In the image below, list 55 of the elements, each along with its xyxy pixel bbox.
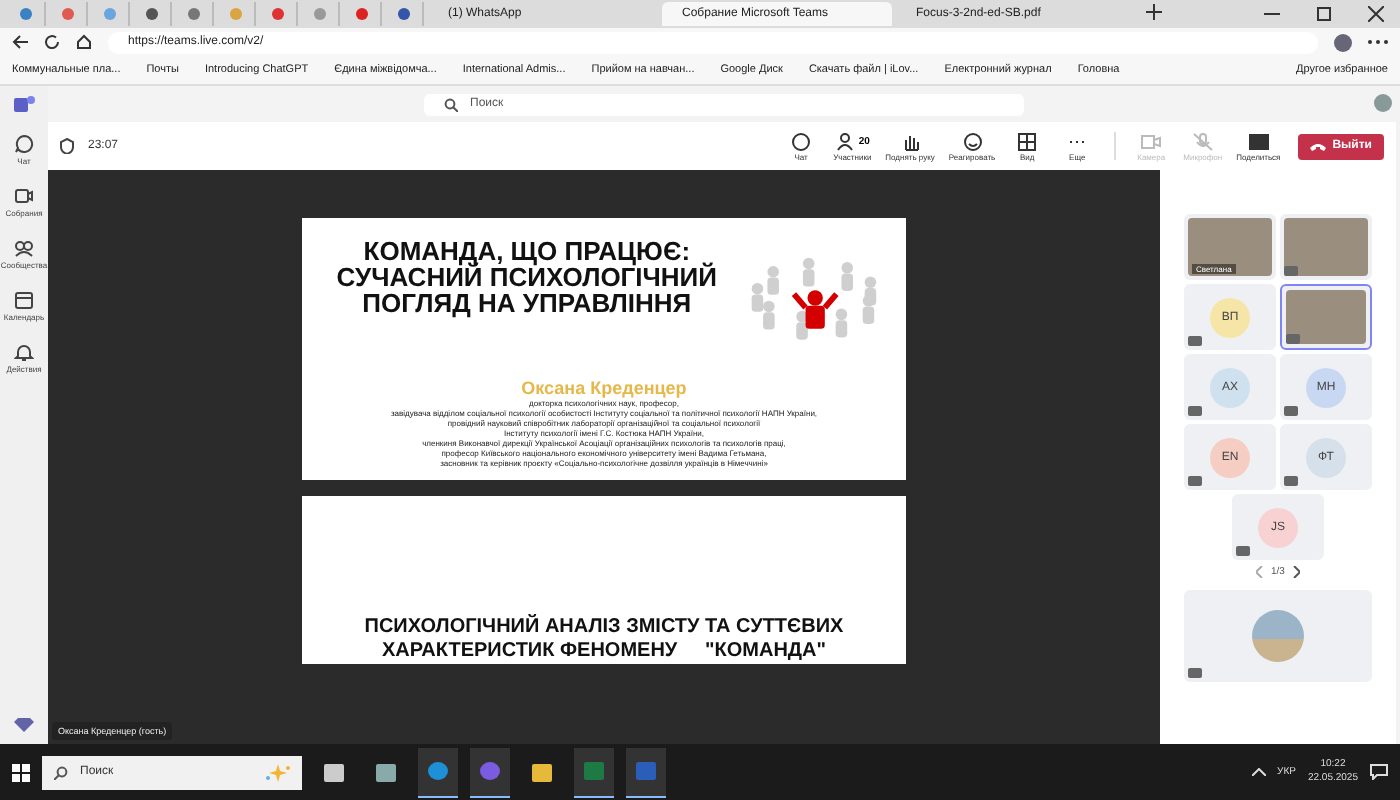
grid-icon bbox=[1016, 131, 1039, 151]
site-icon bbox=[20, 8, 32, 20]
site-icon bbox=[188, 8, 200, 20]
sparkle-icon bbox=[266, 763, 290, 781]
video-placeholder bbox=[1286, 290, 1366, 344]
start-icon[interactable] bbox=[12, 763, 30, 781]
phone-icon bbox=[1310, 141, 1327, 151]
site-icon bbox=[230, 8, 242, 20]
participant-tile[interactable] bbox=[1280, 284, 1372, 350]
chevron-up-icon[interactable] bbox=[1251, 768, 1266, 776]
diamond-icon[interactable] bbox=[14, 716, 34, 732]
video-camera-icon bbox=[14, 186, 34, 206]
slide-title: ПСИХОЛОГІЧНИЙ АНАЛІЗ ЗМІСТУ ТА СУТТЄВИХ ХАРАКТЕРИСТИК ФЕНОМЕНУ "КОМАНДА" bbox=[362, 616, 846, 664]
smiley-icon bbox=[961, 131, 984, 151]
next-icon[interactable] bbox=[1292, 566, 1301, 578]
more-icon[interactable] bbox=[1368, 38, 1388, 46]
calendar-icon bbox=[13, 290, 34, 310]
people-icon bbox=[14, 238, 34, 258]
messenger-icon[interactable] bbox=[470, 747, 510, 797]
new-tab-icon[interactable] bbox=[1146, 4, 1162, 24]
site-icon bbox=[356, 8, 368, 20]
search-icon bbox=[54, 765, 68, 779]
user-avatar[interactable] bbox=[1374, 94, 1392, 112]
chat-bubble-icon bbox=[14, 134, 34, 154]
avatar-photo-placeholder bbox=[1252, 610, 1304, 662]
author-name: Оксана Креденцер bbox=[521, 378, 687, 398]
back-icon[interactable] bbox=[12, 34, 28, 50]
people-icon bbox=[834, 131, 857, 151]
site-icon bbox=[314, 8, 326, 20]
search-icon bbox=[444, 97, 458, 111]
bell-icon bbox=[14, 342, 34, 362]
site-icon bbox=[272, 8, 284, 20]
site-icon bbox=[398, 8, 410, 20]
participant-tile[interactable] bbox=[1184, 590, 1372, 682]
chat-bubble-icon bbox=[790, 131, 813, 151]
close-icon[interactable] bbox=[1368, 6, 1384, 22]
notification-icon[interactable] bbox=[1370, 764, 1388, 780]
spreadsheet-icon[interactable] bbox=[574, 747, 614, 797]
refresh-icon[interactable] bbox=[44, 34, 60, 50]
hand-icon bbox=[899, 131, 922, 151]
video-placeholder bbox=[1284, 218, 1368, 276]
app-logo-icon[interactable] bbox=[12, 94, 36, 114]
home-icon[interactable] bbox=[76, 34, 92, 50]
site-icon bbox=[62, 8, 74, 20]
video-placeholder bbox=[1188, 218, 1272, 276]
site-icon bbox=[104, 8, 116, 20]
participant-tile[interactable] bbox=[1280, 214, 1372, 280]
site-icon bbox=[146, 8, 158, 20]
shield-icon bbox=[60, 138, 74, 154]
browser-icon[interactable] bbox=[418, 747, 458, 797]
profile-avatar[interactable] bbox=[1334, 33, 1352, 51]
screen-share-icon bbox=[1247, 131, 1270, 151]
maximize-icon[interactable] bbox=[1316, 6, 1332, 22]
slide-title: КОМАНДА, ЩО ПРАЦЮЄ: СУЧАСНИЙ ПСИХОЛОГІЧНИЙ ПОГЛЯД НА УПРАВЛІННЯ bbox=[334, 238, 719, 316]
video-camera-icon bbox=[1140, 131, 1163, 151]
